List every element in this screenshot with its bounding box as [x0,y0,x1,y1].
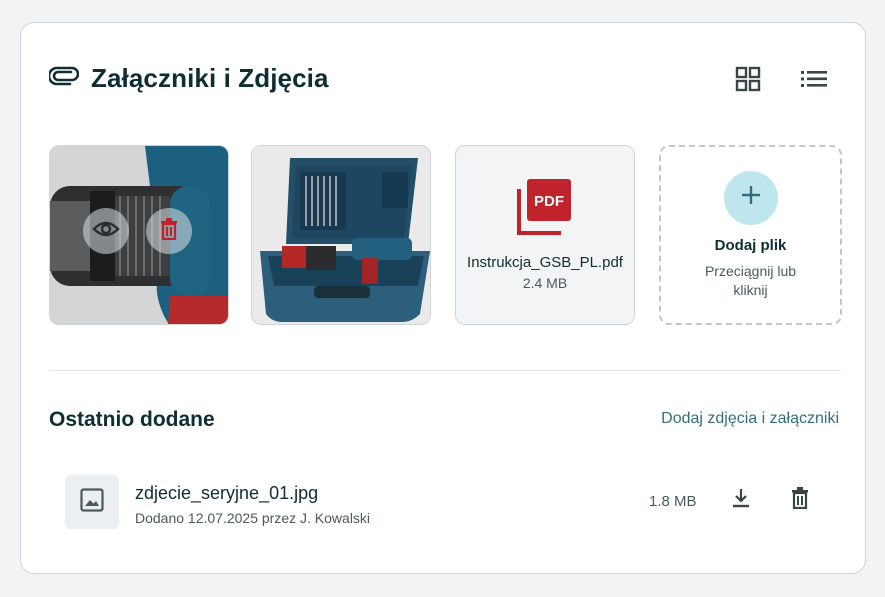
file-name: zdjecie_seryjne_01.jpg [135,483,319,503]
trash-icon [160,217,178,245]
eye-icon [92,219,120,244]
pdf-file-size: 2.4 MB [522,275,568,291]
trash-icon [791,486,809,514]
list-view-button[interactable] [796,63,832,99]
image-tile-drill-case[interactable] [251,145,431,325]
drill-closeup-image [50,146,228,324]
card-header: Załączniki i Zdjęcia [47,63,329,94]
add-file-button[interactable] [723,170,778,225]
attachments-card: Załączniki i Zdjęcia PDF Instrukcja_GSB_… [20,22,866,574]
grid-view-icon [735,66,761,97]
file-meta: Dodano 12.07.2025 przez J. Kowalski [135,510,371,526]
section-divider [49,370,841,371]
image-tile-drill-closeup[interactable] [49,145,229,325]
add-photos-attachments-link[interactable]: Dodaj zdjęcia i załączniki [661,410,839,428]
preview-button[interactable] [83,208,129,254]
delete-image-button[interactable] [146,208,192,254]
page-title: Załączniki i Zdjęcia [91,63,329,93]
pdf-tile[interactable]: PDF Instrukcja_GSB_PL.pdf 2.4 MB [455,145,635,325]
file-size: 1.8 MB [649,493,697,510]
add-file-title: Dodaj plik [714,236,787,254]
add-file-subtitle: Przeciągnij lub kliknij [704,262,797,298]
download-icon [731,488,751,513]
drill-case-image [252,146,430,324]
download-button[interactable] [726,485,756,515]
recent-section-title: Ostatnio dodane [49,408,215,431]
upload-dropzone[interactable]: Dodaj plik Przeciągnij lub kliknij [659,145,842,325]
image-file-icon [80,487,104,517]
pdf-file-icon: PDF [515,179,575,240]
grid-view-button[interactable] [730,63,766,99]
recent-file-row[interactable]: zdjecie_seryjne_01.jpg Dodano 12.07.2025… [65,475,825,531]
plus-icon [740,184,762,211]
paperclip-icon [47,66,80,91]
list-view-icon [801,69,827,94]
pdf-file-name: Instrukcja_GSB_PL.pdf [467,254,623,271]
svg-text:PDF: PDF [534,193,564,210]
file-thumbnail [65,475,119,529]
delete-file-button[interactable] [785,485,815,515]
